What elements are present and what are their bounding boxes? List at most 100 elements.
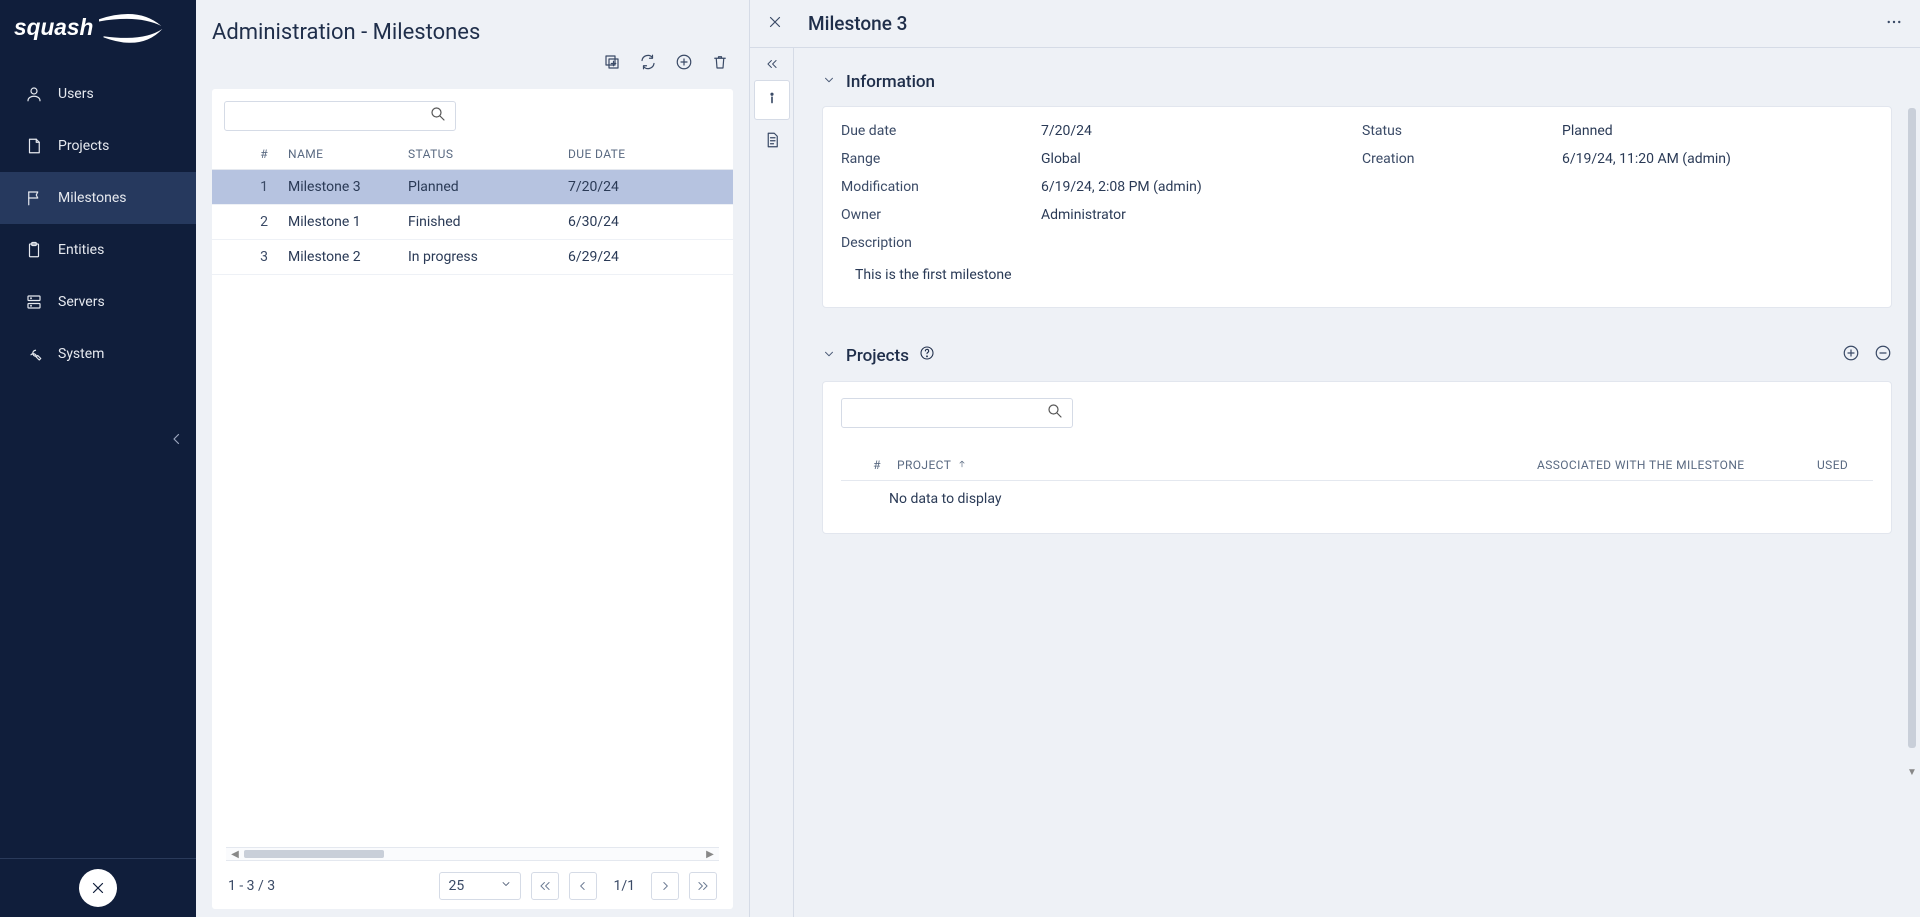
cell-status: Finished	[408, 214, 568, 230]
cell-num: 2	[228, 214, 288, 230]
add-icon[interactable]	[675, 53, 693, 75]
pager-last-button[interactable]	[689, 872, 717, 900]
value-description[interactable]: This is the first milestone	[841, 251, 1873, 291]
sidebar-item-servers[interactable]: Servers	[0, 276, 196, 328]
sidebar-item-milestones[interactable]: Milestones	[0, 172, 196, 224]
label-modification: Modification	[841, 179, 1031, 195]
projects-col-used[interactable]: USED	[1817, 458, 1857, 472]
sidebar-item-users[interactable]: Users	[0, 68, 196, 120]
sidebar-item-label: Entities	[58, 242, 104, 258]
scroll-right-icon[interactable]: ▶	[701, 849, 719, 860]
sidebar-item-label: Users	[58, 86, 94, 102]
detail-header: Milestone 3	[750, 0, 1920, 48]
label-owner: Owner	[841, 207, 1031, 223]
search-icon[interactable]	[429, 105, 447, 127]
vertical-scroll-thumb[interactable]	[1908, 108, 1916, 748]
more-icon[interactable]	[1884, 13, 1904, 35]
sidebar-item-entities[interactable]: Entities	[0, 224, 196, 276]
clipboard-icon	[24, 240, 44, 260]
pager-range: 1 - 3 / 3	[228, 878, 275, 894]
value-status: Planned	[1562, 123, 1873, 139]
table-header: # NAME STATUS DUE DATE	[212, 137, 733, 170]
sync-icon[interactable]	[639, 53, 657, 75]
cell-name: Milestone 2	[288, 249, 408, 265]
col-status-header[interactable]: STATUS	[408, 147, 568, 161]
list-search-input[interactable]	[233, 109, 429, 124]
information-card: Due date 7/20/24 Status Planned Range Gl…	[822, 106, 1892, 308]
pager-prev-button[interactable]	[569, 872, 597, 900]
label-status: Status	[1362, 123, 1552, 139]
value-range: Global	[1041, 151, 1352, 167]
projects-col-associated[interactable]: ASSOCIATED WITH THE MILESTONE	[1537, 458, 1817, 472]
projects-add-icon[interactable]	[1842, 344, 1860, 367]
document-icon	[24, 136, 44, 156]
section-information-title: Information	[846, 72, 935, 92]
value-due: 7/20/24	[1041, 123, 1352, 139]
label-due: Due date	[841, 123, 1031, 139]
sidebar-item-label: Milestones	[58, 190, 127, 206]
projects-card: # PROJECT ASSOCIATED WITH THE MILESTONE …	[822, 381, 1892, 534]
col-name-header[interactable]: NAME	[288, 147, 408, 161]
value-owner: Administrator	[1041, 207, 1352, 223]
scroll-track[interactable]	[244, 848, 701, 860]
projects-col-num[interactable]: #	[857, 458, 897, 472]
user-icon	[24, 84, 44, 104]
list-header: Administration - Milestones	[196, 0, 749, 53]
detail-body: Information Due date 7/20/24 Status Plan…	[750, 48, 1920, 917]
page-title: Administration - Milestones	[212, 20, 480, 45]
projects-empty-text: No data to display	[841, 481, 1873, 517]
table-row[interactable]: 1 Milestone 3 Planned 7/20/24	[212, 170, 733, 205]
sidebar-collapse-icon[interactable]	[168, 430, 186, 452]
horizontal-scrollbar[interactable]: ◀ ▶	[226, 847, 719, 861]
help-icon[interactable]	[919, 345, 935, 366]
search-icon[interactable]	[1046, 402, 1064, 424]
section-projects-title: Projects	[846, 346, 909, 366]
pager-next-button[interactable]	[651, 872, 679, 900]
sidebar-item-system[interactable]: System	[0, 328, 196, 380]
projects-col-project[interactable]: PROJECT	[897, 458, 1537, 472]
section-information-header: Information	[822, 64, 1892, 106]
rail-collapse-icon[interactable]	[750, 54, 794, 74]
cell-name: Milestone 3	[288, 179, 408, 195]
chevron-down-icon[interactable]	[822, 72, 836, 92]
scroll-left-icon[interactable]: ◀	[226, 849, 244, 860]
label-creation: Creation	[1362, 151, 1552, 167]
pager-first-button[interactable]	[531, 872, 559, 900]
sidebar-item-projects[interactable]: Projects	[0, 120, 196, 172]
list-search[interactable]	[224, 101, 456, 131]
scroll-thumb[interactable]	[244, 850, 384, 858]
list-panel: Administration - Milestones # NAME STATU…	[196, 0, 750, 917]
label-description: Description	[841, 235, 1873, 251]
projects-search[interactable]	[841, 398, 1073, 428]
sort-asc-icon	[957, 458, 967, 472]
table-row[interactable]: 2 Milestone 1 Finished 6/30/24	[212, 205, 733, 240]
table-row[interactable]: 3 Milestone 2 In progress 6/29/24	[212, 240, 733, 275]
col-due-header[interactable]: DUE DATE	[568, 147, 688, 161]
duplicate-icon[interactable]	[603, 53, 621, 75]
sidebar-bottom	[0, 859, 196, 917]
cell-num: 1	[228, 179, 288, 195]
cell-due: 6/29/24	[568, 249, 688, 265]
vertical-scrollbar[interactable]: ▼	[1906, 108, 1918, 748]
chevron-down-icon	[500, 878, 512, 894]
page-size-select[interactable]: 25	[439, 872, 521, 900]
sidebar-item-label: System	[58, 346, 104, 362]
close-icon[interactable]	[766, 13, 784, 35]
tab-info[interactable]	[754, 80, 790, 120]
value-creation: 6/19/24, 11:20 AM (admin)	[1562, 151, 1873, 167]
chevron-down-icon[interactable]	[822, 346, 836, 366]
col-num-header[interactable]: #	[228, 147, 288, 161]
scroll-down-icon[interactable]: ▼	[1906, 767, 1918, 778]
pager: 1 - 3 / 3 25 1/1	[212, 863, 733, 909]
projects-remove-icon[interactable]	[1874, 344, 1892, 367]
cell-due: 6/30/24	[568, 214, 688, 230]
section-projects-header: Projects	[822, 336, 1892, 381]
close-circle-button[interactable]	[79, 869, 117, 907]
page-size-value: 25	[448, 878, 464, 894]
delete-icon[interactable]	[711, 53, 729, 75]
detail-tab-rail	[750, 48, 794, 917]
cell-num: 3	[228, 249, 288, 265]
projects-search-input[interactable]	[850, 406, 1046, 421]
projects-table-header: # PROJECT ASSOCIATED WITH THE MILESTONE …	[841, 434, 1873, 481]
tab-documents[interactable]	[754, 122, 790, 162]
